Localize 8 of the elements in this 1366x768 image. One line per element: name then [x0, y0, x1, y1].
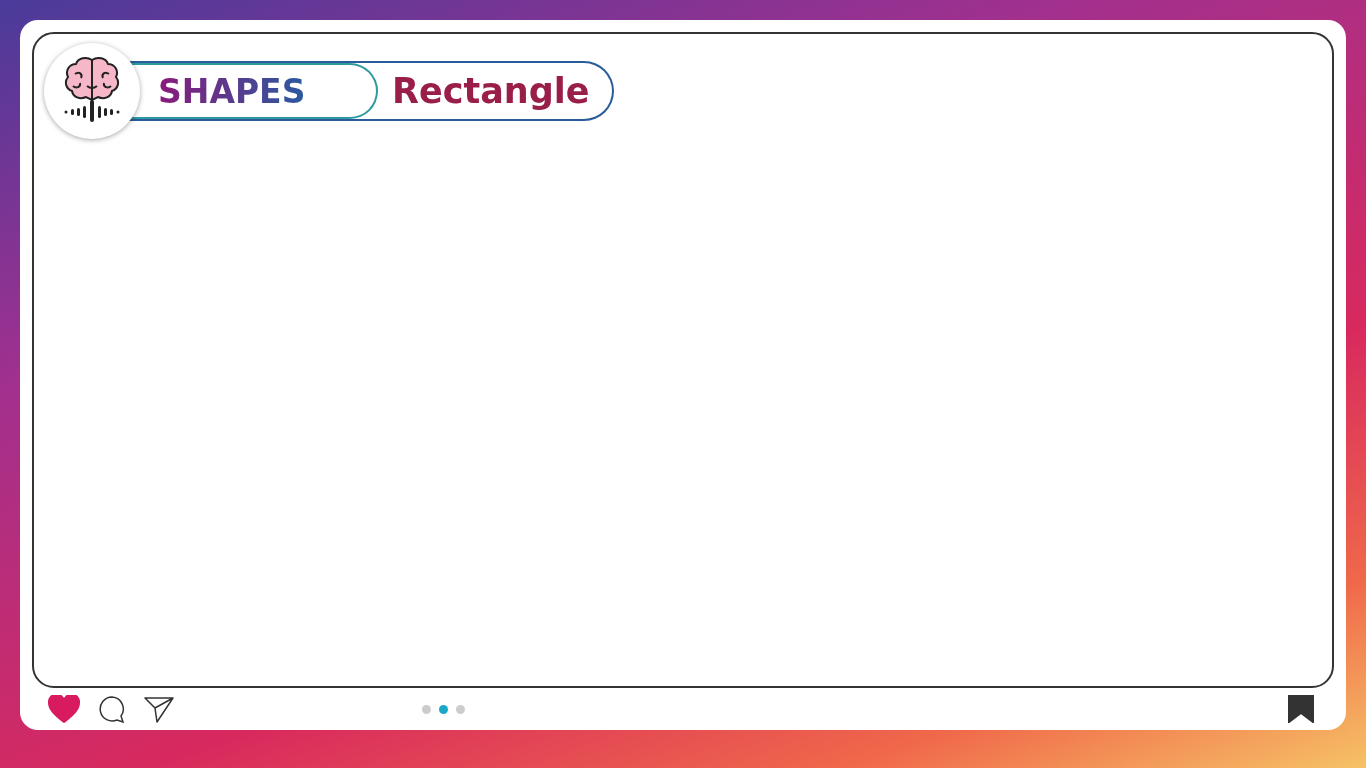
- page-dot[interactable]: [421, 704, 431, 714]
- page-dot[interactable]: [455, 704, 465, 714]
- slide-subtitle: Rectangle: [392, 71, 590, 111]
- comment-icon[interactable]: [98, 695, 126, 723]
- bookmark-icon[interactable]: [1288, 695, 1314, 723]
- send-icon[interactable]: [144, 695, 174, 723]
- page-dot[interactable]: [438, 704, 448, 714]
- heart-icon[interactable]: [48, 695, 80, 723]
